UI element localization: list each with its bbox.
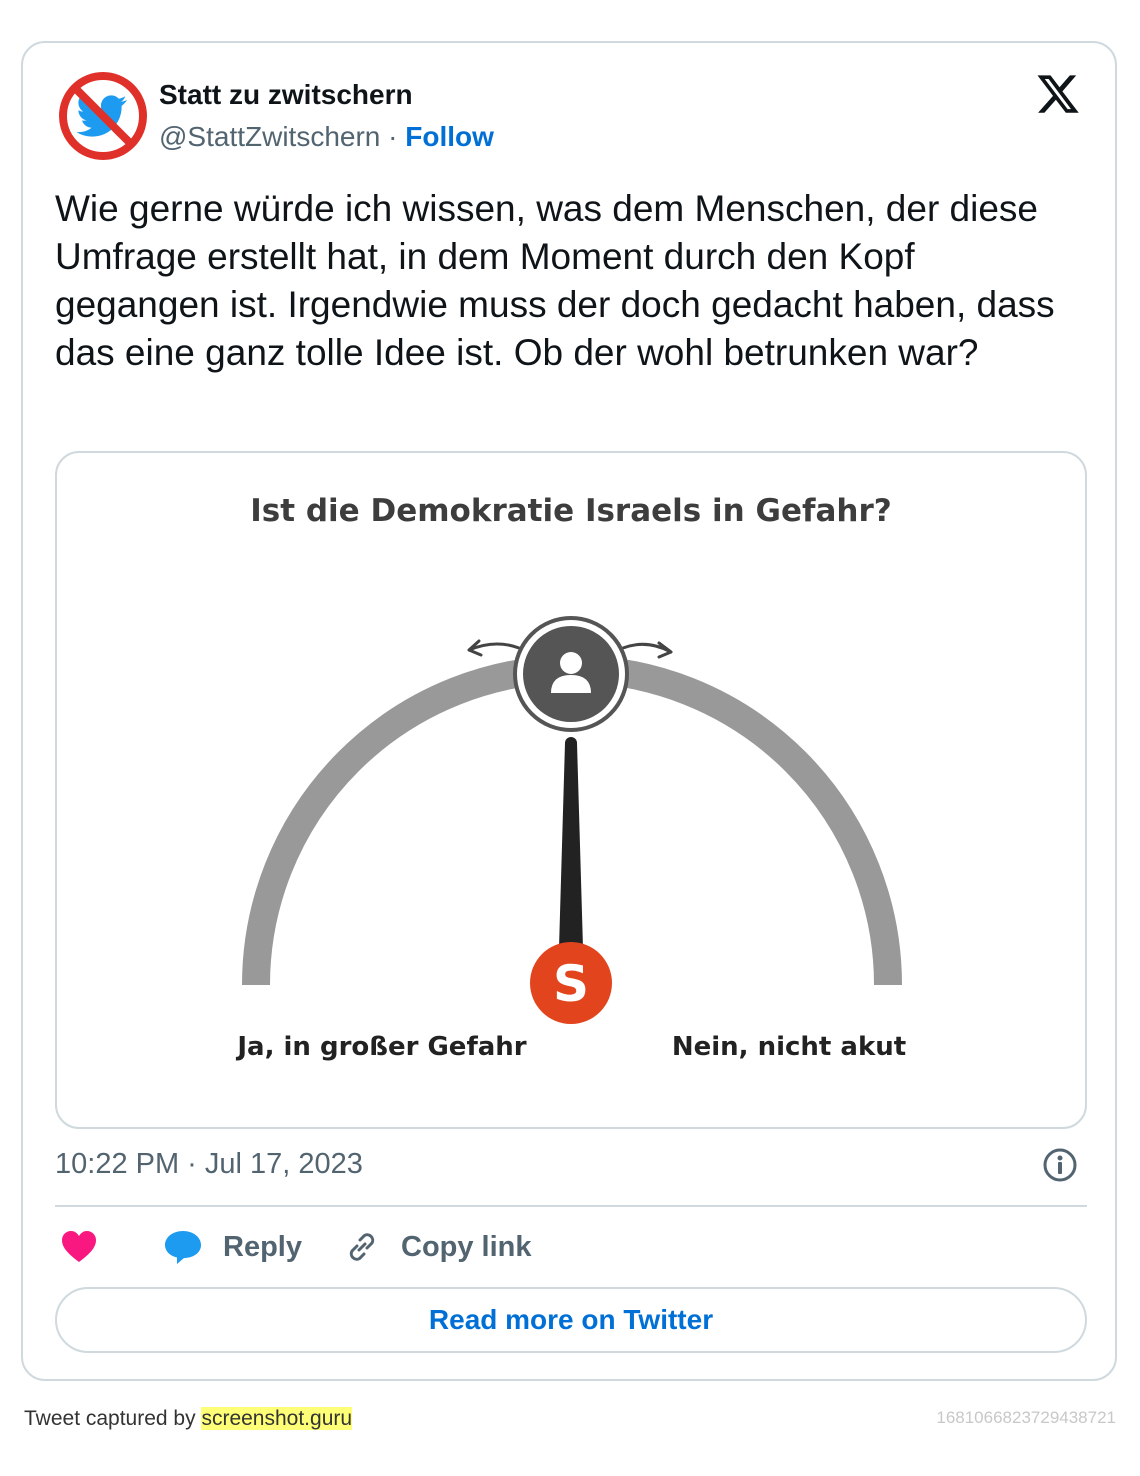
x-logo-icon[interactable] [1035,71,1081,117]
heart-icon [62,1231,96,1262]
reply-bubble-icon [165,1231,201,1264]
info-icon[interactable] [1041,1146,1079,1184]
gauge-graphic: Ist die Demokratie Israels in Gefahr? S … [235,493,906,1062]
tweet-card: Statt zu zwitschern @StattZwitschern · F… [21,41,1117,1381]
arrow-left-icon [467,639,521,657]
separator-dot: · [388,121,398,152]
label-right: Nein, nicht akut [672,1032,906,1062]
gauge-knob [513,616,629,732]
timestamp[interactable]: 10:22 PM · Jul 17, 2023 [55,1148,363,1181]
link-icon [349,1233,375,1261]
arrow-right-icon [621,641,673,659]
badge-letter: S [553,955,589,1013]
copy-link-label: Copy link [401,1230,532,1263]
divider [55,1205,1087,1207]
reply-label: Reply [223,1230,302,1263]
media-title: Ist die Demokratie Israels in Gefahr? [250,493,891,529]
gauge-needle [559,743,583,948]
like-button[interactable] [61,1219,97,1275]
avatar-no-twitter-icon[interactable] [57,70,149,162]
screenshot-guru-link[interactable]: screenshot.guru [201,1407,353,1430]
display-name[interactable]: Statt zu zwitschern [159,79,413,111]
spiegel-badge: S [530,942,612,1024]
read-more-button[interactable]: Read more on Twitter [55,1287,1087,1353]
follow-link[interactable]: Follow [405,121,494,152]
tweet-text: Wie gerne würde ich wissen, was dem Mens… [55,188,1055,373]
reply-button[interactable]: Reply [163,1219,302,1275]
handle[interactable]: @StattZwitschern [159,121,380,152]
copy-link-button[interactable]: Copy link [343,1219,532,1275]
captured-by: Tweet captured by screenshot.guru [24,1407,353,1431]
tweet-id: 1681066823729438721 [936,1408,1116,1427]
media-image[interactable]: Ist die Demokratie Israels in Gefahr? S … [55,451,1087,1129]
captured-prefix: Tweet captured by [24,1407,196,1430]
handle-row: @StattZwitschern · Follow [159,121,494,153]
label-left: Ja, in großer Gefahr [235,1032,526,1062]
